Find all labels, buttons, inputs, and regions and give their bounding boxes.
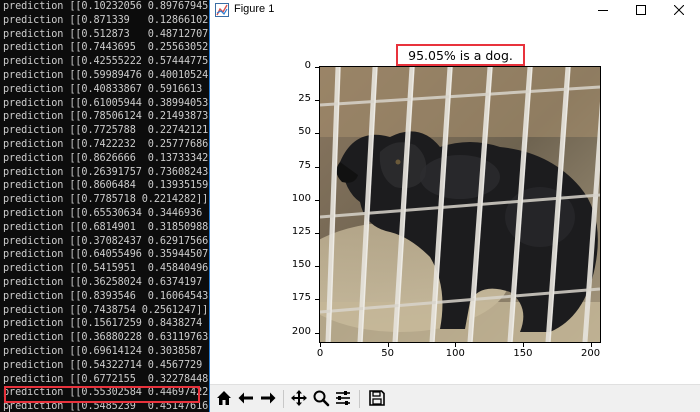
pan-icon xyxy=(290,389,308,411)
console-line: prediction [[0.26391757 0.73608243]] xyxy=(3,166,209,178)
console-line: prediction [[0.59989476 0.40010524]] xyxy=(3,69,209,81)
console-line: prediction [[0.40833867 0.5916613 ]] xyxy=(3,83,209,95)
console-line: prediction [[0.7443695 0.25563052]] xyxy=(3,42,209,54)
figure-window: Figure 1 95.05% is a dog. 0 25 50 75 100… xyxy=(209,0,700,412)
console-line: prediction [[0.5415951 0.45840496]] xyxy=(3,263,209,275)
y-tick xyxy=(315,233,319,235)
back-button[interactable] xyxy=(235,389,257,411)
window-title: Figure 1 xyxy=(234,3,275,15)
close-button[interactable] xyxy=(665,0,693,18)
x-tick-label: 50 xyxy=(381,348,394,359)
console-line: prediction [[0.61005944 0.38994053]] xyxy=(3,97,209,109)
console-line: prediction [[0.8626666 0.13733342]] xyxy=(3,152,209,164)
y-tick-label: 150 xyxy=(291,259,311,271)
console-line: prediction [[0.42555222 0.57444775]] xyxy=(3,56,209,68)
console-line: prediction [[0.69614124 0.3038587 ]] xyxy=(3,345,209,357)
pan-button[interactable] xyxy=(288,389,310,411)
configure-subplots-button[interactable] xyxy=(332,389,354,411)
console-line: prediction [[0.8606484 0.13935159]] xyxy=(3,180,209,192)
console-output: prediction [[0.10232056 0.89767945]] pred… xyxy=(3,0,209,412)
y-tick-label: 0 xyxy=(304,60,311,71)
y-tick-label: 50 xyxy=(298,126,311,138)
console-line: prediction [[0.7785718 0.2214282]] xyxy=(3,194,209,206)
home-icon xyxy=(215,389,233,411)
back-icon xyxy=(237,389,255,411)
y-tick xyxy=(315,299,319,301)
forward-button[interactable] xyxy=(257,389,279,411)
console-line: prediction [[0.871339 0.12866102]] xyxy=(3,14,209,26)
y-tick xyxy=(315,332,319,334)
console-line: prediction [[0.78506124 0.21493873]] xyxy=(3,111,209,123)
console-line: prediction [[0.10232056 0.89767945]] xyxy=(3,1,209,12)
x-tick-label: 200 xyxy=(580,348,601,359)
zoom-button[interactable] xyxy=(310,389,332,411)
y-tick-label: 100 xyxy=(291,192,311,204)
toolbar-separator xyxy=(283,390,284,408)
close-icon xyxy=(673,0,685,19)
y-tick xyxy=(315,199,319,201)
plot-canvas[interactable]: 95.05% is a dog. 0 25 50 75 100 125 150 … xyxy=(210,18,700,384)
maximize-icon xyxy=(636,0,646,19)
dog-image xyxy=(320,67,600,342)
console-line: prediction [[0.65530634 0.3446936 ]] xyxy=(3,207,209,219)
x-tick xyxy=(387,343,389,347)
x-tick xyxy=(590,343,592,347)
y-tick xyxy=(315,133,319,135)
console-line: prediction [[0.15617259 0.8438274 ]] xyxy=(3,318,209,330)
console-line: prediction [[0.8393546 0.16064543]] xyxy=(3,290,209,302)
save-button[interactable] xyxy=(366,389,388,411)
minimize-icon xyxy=(598,0,608,19)
y-tick-label: 25 xyxy=(298,93,311,105)
title-bar[interactable]: Figure 1 xyxy=(210,0,700,18)
zoom-icon xyxy=(312,389,330,411)
forward-icon xyxy=(259,389,277,411)
x-tick-label: 0 xyxy=(316,348,324,359)
x-tick xyxy=(455,343,457,347)
console-line: prediction [[0.7422232 0.25777686]] xyxy=(3,138,209,150)
minimize-button[interactable] xyxy=(589,0,617,18)
image-axes xyxy=(319,66,601,343)
console-line: prediction [[0.7438754 0.2561247]] xyxy=(3,304,209,316)
console-line: prediction [[0.6814901 0.31850988]] xyxy=(3,221,209,233)
y-tick xyxy=(315,166,319,168)
y-tick-label: 125 xyxy=(291,226,311,238)
console-line: prediction [[0.7725788 0.22742121]] xyxy=(3,125,209,137)
console-line: prediction [[0.37082437 0.62917566]] xyxy=(3,235,209,247)
save-icon xyxy=(368,389,386,411)
toolbar-separator xyxy=(359,390,360,408)
console-line: prediction [[0.36258024 0.6374197 ]] xyxy=(3,276,209,288)
text-cursor xyxy=(9,405,10,412)
plot-title: 95.05% is a dog. xyxy=(408,47,513,63)
configure-subplots-icon xyxy=(334,389,352,411)
title-highlight-box: 95.05% is a dog. xyxy=(396,44,525,66)
home-button[interactable] xyxy=(213,389,235,411)
y-tick xyxy=(315,266,319,268)
y-tick xyxy=(315,67,319,68)
console-line: prediction [[0.64055496 0.35944507]] xyxy=(3,249,209,261)
x-tick-label: 100 xyxy=(445,348,465,359)
console-line: prediction [[0.6772155 0.32278448]] xyxy=(3,373,209,385)
y-tick-label: 200 xyxy=(291,325,311,337)
x-tick xyxy=(522,343,524,347)
y-tick-label: 175 xyxy=(291,292,311,304)
console-line: prediction [[0.36880228 0.63119763]] xyxy=(3,332,209,344)
y-tick xyxy=(315,100,319,102)
console-line: prediction [[0.512873 0.48712707]] xyxy=(3,28,209,40)
matplotlib-icon xyxy=(215,2,229,17)
highlight-box xyxy=(4,386,200,403)
navigation-toolbar xyxy=(210,384,700,412)
x-tick xyxy=(320,343,321,347)
y-tick-label: 75 xyxy=(298,159,311,171)
maximize-button[interactable] xyxy=(627,0,655,18)
console-line: prediction [[0.54322714 0.4567729 ]] xyxy=(3,359,209,371)
x-tick-label: 150 xyxy=(513,348,533,359)
console-panel[interactable]: prediction [[0.10232056 0.89767945]] pred… xyxy=(0,0,209,412)
